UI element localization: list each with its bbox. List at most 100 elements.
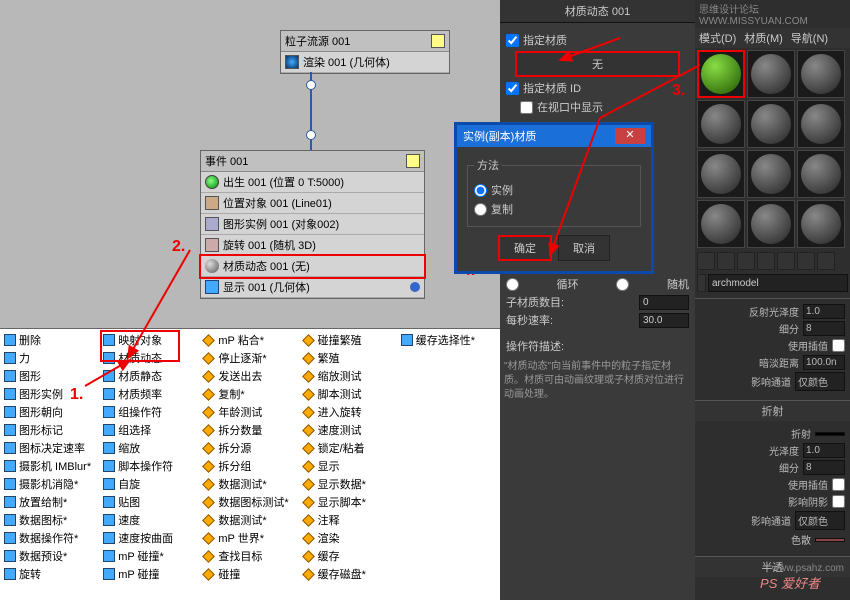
spinner[interactable]: 30.0 bbox=[639, 313, 689, 328]
operator-item[interactable]: mP 世界* bbox=[200, 529, 299, 547]
operator-item[interactable]: 碰撞 bbox=[200, 565, 299, 583]
checkbox[interactable] bbox=[832, 495, 845, 508]
node-header[interactable]: 事件 001 bbox=[201, 151, 424, 172]
operator-item[interactable]: 缩放 bbox=[101, 439, 200, 457]
operator-item[interactable]: 查找目标 bbox=[200, 547, 299, 565]
pflow-source-node[interactable]: 粒子流源 001 渲染 001 (几何体) bbox=[280, 30, 450, 74]
event-row-rotation[interactable]: 旋转 001 (随机 3D) bbox=[201, 235, 424, 256]
operator-item[interactable]: 摄影机消隐* bbox=[2, 475, 101, 493]
event-row-birth[interactable]: 出生 001 (位置 0 T:5000) bbox=[201, 172, 424, 193]
operator-item[interactable]: 缓存磁盘* bbox=[300, 565, 399, 583]
operator-item[interactable] bbox=[399, 511, 498, 529]
dropdown[interactable]: 仅颜色 bbox=[795, 372, 845, 391]
checkbox[interactable] bbox=[832, 478, 845, 491]
bulb-icon[interactable] bbox=[406, 154, 420, 168]
operator-item[interactable]: 数据测试* bbox=[200, 475, 299, 493]
tool-icon[interactable] bbox=[697, 252, 715, 270]
operator-item[interactable]: mP 碰撞 bbox=[101, 565, 200, 583]
operator-item[interactable] bbox=[399, 529, 498, 547]
radio[interactable] bbox=[616, 278, 629, 291]
spinner[interactable]: 8 bbox=[803, 460, 845, 475]
sample-slot[interactable] bbox=[747, 150, 795, 198]
radio-copy[interactable]: 复制 bbox=[474, 201, 634, 217]
operator-item[interactable]: 脚本操作符 bbox=[101, 457, 200, 475]
operator-item[interactable]: 组操作符 bbox=[101, 403, 200, 421]
operator-item[interactable]: 拆分数量 bbox=[200, 421, 299, 439]
material-menu[interactable]: 模式(D) 材质(M) 导航(N) bbox=[695, 28, 850, 48]
operator-item[interactable]: 图形朝向 bbox=[2, 403, 101, 421]
sample-slot[interactable] bbox=[797, 50, 845, 98]
ok-button[interactable]: 确定 bbox=[498, 235, 552, 261]
tool-icon[interactable] bbox=[717, 252, 735, 270]
operator-item[interactable] bbox=[399, 439, 498, 457]
sample-slot[interactable] bbox=[697, 200, 745, 248]
operator-item[interactable] bbox=[399, 493, 498, 511]
radio[interactable] bbox=[506, 278, 519, 291]
operator-item[interactable]: 速度测试 bbox=[300, 421, 399, 439]
operator-item[interactable] bbox=[399, 475, 498, 493]
cancel-button[interactable]: 取消 bbox=[558, 235, 610, 261]
operator-item[interactable]: 图形实例 bbox=[2, 385, 101, 403]
sample-slot[interactable] bbox=[797, 200, 845, 248]
event-row-position[interactable]: 位置对象 001 (Line01) bbox=[201, 193, 424, 214]
operator-item[interactable]: 缓存选择性* bbox=[399, 331, 498, 349]
operator-item[interactable]: 注释 bbox=[300, 511, 399, 529]
node-header[interactable]: 粒子流源 001 bbox=[281, 31, 449, 52]
material-toolbar[interactable] bbox=[695, 250, 850, 272]
operator-item[interactable]: 拆分组 bbox=[200, 457, 299, 475]
radio-instance[interactable]: 实例 bbox=[474, 182, 634, 198]
spinner[interactable]: 1.0 bbox=[803, 443, 845, 458]
tool-icon[interactable] bbox=[817, 252, 835, 270]
operator-item[interactable]: 进入旋转 bbox=[300, 403, 399, 421]
operator-item[interactable]: 显示 bbox=[300, 457, 399, 475]
operator-item[interactable]: 脚本测试 bbox=[300, 385, 399, 403]
assign-material-checkbox[interactable]: 指定材质 bbox=[506, 32, 689, 48]
sample-slot[interactable] bbox=[797, 100, 845, 148]
rollout-title[interactable]: 折射 bbox=[695, 401, 850, 421]
operator-item[interactable] bbox=[399, 457, 498, 475]
material-name-input[interactable] bbox=[708, 274, 848, 292]
operator-item[interactable]: 力 bbox=[2, 349, 101, 367]
checkbox[interactable] bbox=[506, 34, 519, 47]
operator-item[interactable]: 组选择 bbox=[101, 421, 200, 439]
operator-item[interactable]: 缩放测试 bbox=[300, 367, 399, 385]
operator-item[interactable] bbox=[399, 547, 498, 565]
operator-item[interactable]: mP 碰撞* bbox=[101, 547, 200, 565]
menu-mode[interactable]: 模式(D) bbox=[699, 30, 736, 46]
checkbox[interactable] bbox=[506, 82, 519, 95]
operator-item[interactable]: 停止逐渐* bbox=[200, 349, 299, 367]
operator-item[interactable] bbox=[399, 385, 498, 403]
tool-icon[interactable] bbox=[797, 252, 815, 270]
operator-item[interactable]: 繁殖 bbox=[300, 349, 399, 367]
sample-slot[interactable] bbox=[797, 150, 845, 198]
color-swatch[interactable] bbox=[815, 432, 845, 436]
operator-item[interactable]: 自旋 bbox=[101, 475, 200, 493]
spinner[interactable]: 1.0 bbox=[803, 304, 845, 319]
dialog-titlebar[interactable]: 实例(副本)材质 ✕ bbox=[457, 125, 651, 147]
operator-item[interactable]: 显示脚本* bbox=[300, 493, 399, 511]
operator-depot[interactable]: 删除映射对象mP 粘合*碰撞繁殖缓存选择性*力材质动态停止逐渐*繁殖图形材质静态… bbox=[0, 328, 500, 600]
checkbox[interactable] bbox=[832, 339, 845, 352]
radio[interactable] bbox=[474, 184, 487, 197]
operator-item[interactable]: 碰撞繁殖 bbox=[300, 331, 399, 349]
operator-item[interactable]: 显示数据* bbox=[300, 475, 399, 493]
operator-item[interactable]: 数据图标测试* bbox=[200, 493, 299, 511]
close-icon[interactable]: ✕ bbox=[615, 128, 645, 144]
operator-item[interactable]: 材质频率 bbox=[101, 385, 200, 403]
event-row-shape[interactable]: 图形实例 001 (对象002) bbox=[201, 214, 424, 235]
assign-id-checkbox[interactable]: 指定材质 ID bbox=[506, 80, 689, 96]
operator-item[interactable] bbox=[399, 349, 498, 367]
operator-item[interactable]: 数据图标* bbox=[2, 511, 101, 529]
viewport-show-checkbox[interactable]: 在视口中显示 bbox=[506, 99, 689, 115]
radio[interactable] bbox=[474, 203, 487, 216]
operator-item[interactable] bbox=[399, 403, 498, 421]
spinner[interactable]: 0 bbox=[639, 295, 689, 310]
operator-item[interactable]: 锁定/粘着 bbox=[300, 439, 399, 457]
sample-slots[interactable] bbox=[695, 48, 850, 250]
color-swatch[interactable] bbox=[815, 538, 845, 542]
operator-item[interactable]: mP 粘合* bbox=[200, 331, 299, 349]
material-none-button[interactable]: 无 bbox=[515, 51, 680, 77]
bulb-icon[interactable] bbox=[431, 34, 445, 48]
operator-item[interactable]: 材质静态 bbox=[101, 367, 200, 385]
checkbox[interactable] bbox=[520, 101, 533, 114]
